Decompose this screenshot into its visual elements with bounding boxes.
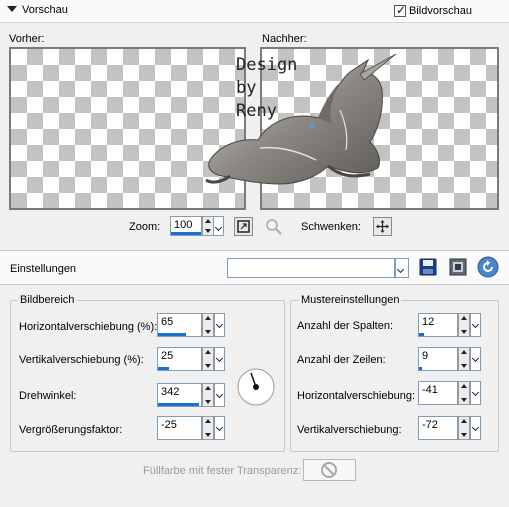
rows-value: 9	[422, 350, 429, 362]
columns-label: Anzahl der Spalten:	[297, 320, 394, 332]
settings-divider	[0, 284, 509, 285]
rows-bar	[419, 367, 423, 370]
fit-to-window-icon[interactable]	[234, 217, 253, 236]
preset-manager-icon[interactable]	[448, 257, 468, 277]
rotation-stepper[interactable]	[202, 383, 214, 407]
pattern-settings-title: Mustereinstellungen	[299, 294, 402, 306]
zoom-value: 100	[174, 219, 193, 231]
scale-factor-stepper[interactable]	[202, 416, 214, 440]
reset-icon[interactable]	[477, 256, 499, 278]
collapse-arrow-icon[interactable]	[7, 6, 17, 12]
rotation-input[interactable]: 342	[157, 383, 202, 407]
rows-dropdown[interactable]	[470, 347, 481, 371]
columns-stepper[interactable]	[458, 313, 470, 337]
rotation-value: 342	[161, 386, 180, 398]
columns-dropdown[interactable]	[470, 313, 481, 337]
zoom-dropdown-button[interactable]	[213, 216, 224, 236]
watermark-line: by	[236, 78, 257, 98]
horizontal-offset-stepper[interactable]	[202, 313, 214, 337]
bildbereich-title: Bildbereich	[18, 294, 77, 306]
pattern-vertical-offset-input[interactable]: -72	[418, 416, 458, 440]
pan-move-icon[interactable]	[373, 217, 392, 236]
pattern-horizontal-offset-input[interactable]: -41	[418, 381, 458, 405]
vertical-offset-stepper[interactable]	[202, 347, 214, 371]
scale-factor-label: Vergrößerungsfaktor:	[19, 424, 123, 436]
watermark-line: Reny	[236, 101, 277, 121]
vertical-offset-input[interactable]: 25	[157, 347, 202, 371]
scale-factor-value: -25	[161, 419, 177, 431]
pattern-horizontal-offset-stepper[interactable]	[458, 381, 470, 405]
zoom-level-bar	[171, 232, 201, 235]
vertical-offset-label: Vertikalverschiebung (%):	[19, 354, 144, 366]
rotation-bar	[158, 403, 199, 406]
pattern-vertical-offset-label: Vertikalverschiebung:	[297, 424, 402, 436]
settings-label: Einstellungen	[10, 263, 77, 275]
columns-input[interactable]: 12	[418, 313, 458, 337]
no-color-icon	[321, 462, 337, 478]
preview-checkbox-label: Bildvorschau	[409, 5, 472, 17]
pattern-horizontal-offset-value: -41	[422, 384, 438, 396]
horizontal-offset-dropdown[interactable]	[214, 313, 225, 337]
before-label: Vorher:	[9, 33, 45, 45]
preset-input[interactable]	[227, 258, 395, 278]
horizontal-offset-label: Horizontalverschiebung (%):	[19, 321, 158, 333]
horizontal-offset-input[interactable]: 65	[157, 313, 202, 337]
pattern-horizontal-offset-dropdown[interactable]	[470, 381, 481, 405]
vertical-offset-dropdown[interactable]	[214, 347, 225, 371]
horizontal-offset-value: 65	[161, 316, 174, 328]
columns-bar	[419, 333, 424, 336]
rows-label: Anzahl der Zeilen:	[297, 354, 386, 366]
rotation-label: Drehwinkel:	[19, 390, 77, 402]
scale-factor-dropdown[interactable]	[214, 416, 225, 440]
columns-value: 12	[422, 316, 435, 328]
pattern-vertical-offset-dropdown[interactable]	[470, 416, 481, 440]
horizontal-offset-bar	[158, 333, 186, 336]
rows-stepper[interactable]	[458, 347, 470, 371]
fill-color-label: Füllfarbe mit fester Transparenz:	[143, 465, 302, 477]
zoom-input[interactable]: 100	[170, 216, 202, 236]
after-label: Nachher:	[262, 33, 307, 45]
preview-checkbox[interactable]	[394, 3, 406, 17]
rotation-dropdown[interactable]	[214, 383, 225, 407]
zoom-magnifier-icon	[264, 217, 283, 236]
fill-color-swatch	[303, 459, 356, 481]
watermark-line: Design	[236, 55, 298, 75]
vertical-offset-bar	[158, 367, 169, 370]
scale-factor-input[interactable]: -25	[157, 416, 202, 440]
pattern-vertical-offset-value: -72	[422, 419, 438, 431]
rotation-dial[interactable]	[236, 367, 276, 407]
pan-label: Schwenken:	[301, 221, 361, 233]
zoom-label: Zoom:	[129, 221, 161, 233]
save-preset-icon[interactable]	[418, 257, 438, 277]
preview-section-title: Vorschau	[22, 4, 68, 16]
pattern-vertical-offset-stepper[interactable]	[458, 416, 470, 440]
preset-dropdown-button[interactable]	[395, 258, 409, 278]
rows-input[interactable]: 9	[418, 347, 458, 371]
pattern-horizontal-offset-label: Horizontalverschiebung:	[297, 390, 416, 402]
vertical-offset-value: 25	[161, 350, 174, 362]
unicorn-image	[205, 53, 397, 185]
watermark-text: Design by Reny	[236, 54, 297, 123]
